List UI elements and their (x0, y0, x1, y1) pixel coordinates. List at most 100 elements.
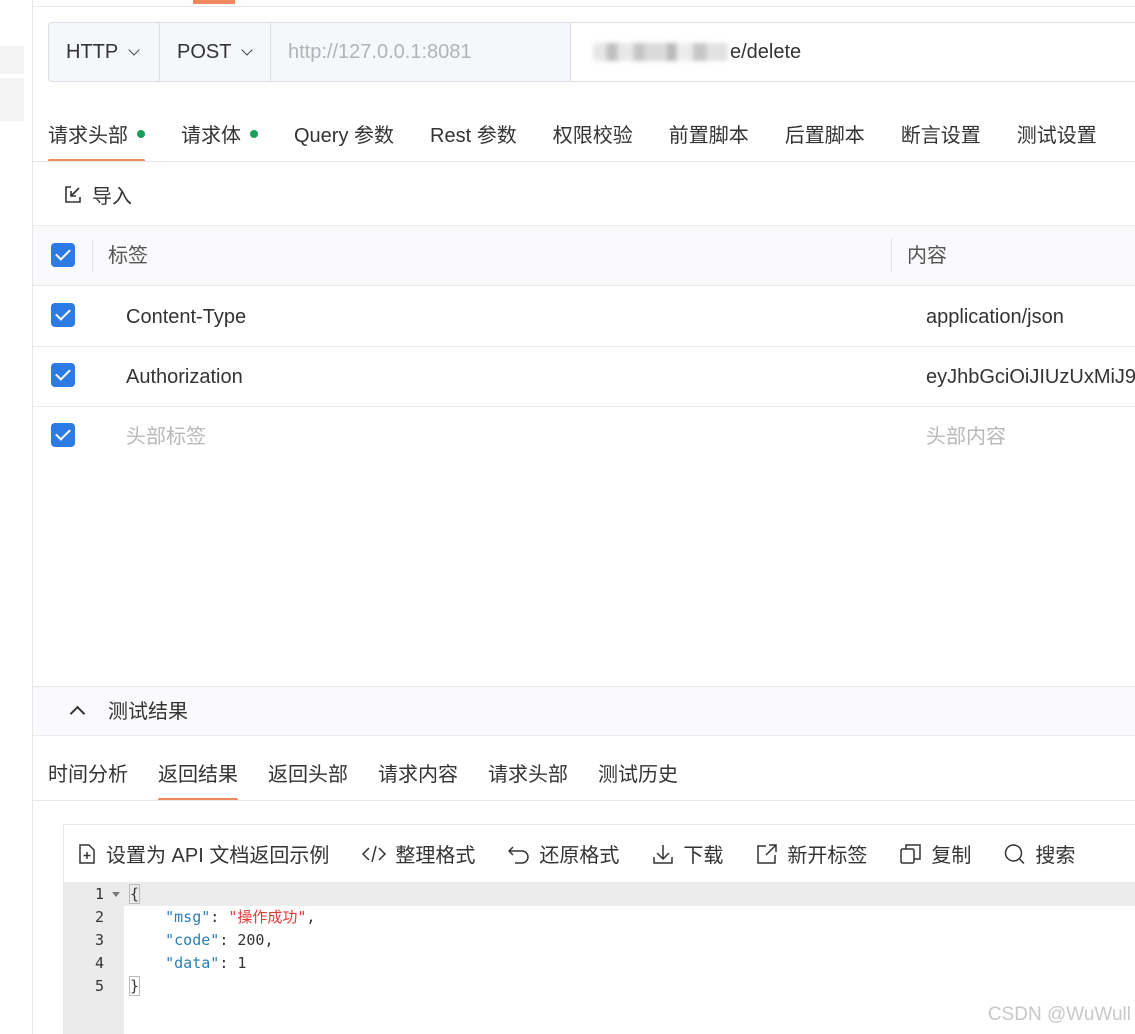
tab-label: 请求体 (181, 125, 241, 147)
line-number: 3 (94, 931, 104, 949)
search-button[interactable]: 搜索 (1003, 839, 1075, 868)
header-key-input[interactable]: Content-Type (126, 287, 246, 347)
status-dot (137, 130, 145, 139)
tab-request-content[interactable]: 请求内容 (378, 754, 458, 802)
json-number: 200 (237, 931, 265, 949)
json-brace: { (129, 884, 141, 904)
select-all-checkbox[interactable] (51, 243, 75, 267)
json-key: "data" (165, 954, 220, 972)
row-checkbox[interactable] (51, 303, 75, 327)
editor-toolbar: 设置为 API 文档返回示例 整理格式 还原格式 下载 新开标签 复制 搜索 (64, 825, 1135, 883)
protocol-select[interactable]: HTTP (49, 23, 160, 81)
format-button[interactable]: 整理格式 (361, 839, 475, 868)
set-example-button[interactable]: 设置为 API 文档返回示例 (76, 839, 329, 868)
request-tabs: 请求头部 请求体 Query 参数 Rest 参数 权限校验 前置脚本 后置脚本… (48, 114, 1135, 162)
restore-button[interactable]: 还原格式 (507, 839, 619, 868)
host-input[interactable]: http://127.0.0.1:8081 (271, 23, 571, 81)
method-select[interactable]: POST (160, 23, 271, 81)
header-value-input[interactable]: eyJhbGciOiJIUzUxMiJ9. (926, 347, 1135, 407)
left-sidebar-edge (0, 0, 33, 1034)
tab-rest-params[interactable]: Rest 参数 (430, 114, 517, 162)
line-number-gutter: 1 2 3 4 5 (64, 883, 124, 1034)
sidebar-item-fragment-active[interactable] (0, 78, 24, 121)
code-line: "code": 200, (165, 931, 274, 949)
code-icon (362, 845, 387, 862)
tab-auth[interactable]: 权限校验 (553, 114, 633, 162)
line-number: 2 (94, 908, 104, 926)
header-value-placeholder[interactable]: 头部内容 (926, 407, 1006, 467)
new-tab-button[interactable]: 新开标签 (755, 839, 867, 868)
tab-label: 请求内容 (378, 764, 458, 786)
import-label: 导入 (92, 186, 132, 208)
tab-label: 测试历史 (598, 764, 678, 786)
row-checkbox[interactable] (51, 363, 75, 387)
code-line: } (124, 975, 1135, 998)
request-bar: HTTP POST http://127.0.0.1:8081 e/delete (48, 22, 1135, 82)
tab-label: 请求头部 (48, 125, 128, 147)
import-button[interactable]: 导入 (62, 180, 132, 209)
table-row: Content-Type application/json (33, 287, 1135, 347)
line-number: 5 (94, 977, 104, 995)
tab-pre-script[interactable]: 前置脚本 (669, 114, 749, 162)
header-value-input[interactable]: application/json (926, 287, 1064, 347)
search-icon (1005, 843, 1025, 864)
code-line: { (124, 883, 1135, 906)
path-input[interactable]: e/delete (571, 23, 1135, 81)
method-value: POST (177, 40, 232, 63)
tab-label: Query 参数 (294, 125, 395, 147)
row-checkbox[interactable] (51, 423, 75, 447)
file-add-icon (79, 843, 95, 864)
column-resize-handle[interactable] (891, 238, 892, 272)
tab-test-settings[interactable]: 测试设置 (1017, 114, 1097, 162)
code-area[interactable]: 1 2 3 4 5 { "msg": "操作成功", "code": 200, … (64, 883, 1135, 1034)
tab-body[interactable]: 请求体 (181, 114, 258, 162)
response-editor: 设置为 API 文档返回示例 整理格式 还原格式 下载 新开标签 复制 搜索 1 (63, 824, 1135, 1034)
tab-post-script[interactable]: 后置脚本 (785, 114, 865, 162)
button-label: 复制 (931, 845, 972, 867)
tab-label: 前置脚本 (668, 125, 749, 147)
tab-label: Rest 参数 (430, 125, 517, 147)
redacted-path (593, 43, 728, 61)
column-header-label: 标签 (108, 245, 148, 267)
button-label: 整理格式 (395, 845, 476, 867)
download-button[interactable]: 下载 (651, 839, 723, 868)
json-string: "操作成功" (228, 908, 307, 926)
line-number: 1 (64, 883, 124, 906)
tab-label: 时间分析 (48, 764, 128, 786)
header-key-placeholder[interactable]: 头部标签 (126, 407, 206, 467)
button-label: 设置为 API 文档返回示例 (106, 845, 330, 867)
import-icon (65, 185, 81, 203)
tab-assertions[interactable]: 断言设置 (901, 114, 981, 162)
tab-response-headers[interactable]: 返回头部 (268, 754, 348, 802)
fold-arrow-icon[interactable] (112, 892, 120, 897)
json-key: "code" (165, 931, 220, 949)
button-label: 搜索 (1035, 845, 1076, 867)
tab-request-headers[interactable]: 请求头部 (488, 754, 568, 802)
protocol-value: HTTP (66, 40, 119, 63)
test-result-toggle[interactable]: 测试结果 (33, 686, 1135, 736)
tab-label: 权限校验 (552, 125, 633, 147)
copy-button[interactable]: 复制 (899, 839, 971, 868)
header-key-input[interactable]: Authorization (126, 347, 243, 407)
status-dot (250, 130, 258, 139)
code-content[interactable]: { "msg": "操作成功", "code": 200, "data": 1 … (124, 883, 1135, 1034)
tab-label: 测试设置 (1016, 125, 1097, 147)
tab-query-params[interactable]: Query 参数 (294, 114, 394, 162)
tab-response-body[interactable]: 返回结果 (158, 754, 238, 802)
path-value: e/delete (730, 40, 802, 63)
tab-time-analysis[interactable]: 时间分析 (48, 754, 128, 802)
tab-label: 断言设置 (900, 125, 981, 147)
column-divider (92, 240, 93, 272)
tab-label: 返回结果 (158, 764, 238, 786)
headers-table-header: 标签 内容 (33, 226, 1135, 286)
divider (33, 6, 1135, 7)
copy-icon (900, 843, 922, 864)
tab-headers[interactable]: 请求头部 (48, 114, 145, 162)
tab-label: 返回头部 (268, 764, 348, 786)
sidebar-item-fragment[interactable] (0, 46, 24, 74)
code-line: "data": 1 (165, 954, 247, 972)
chevron-down-icon (241, 43, 254, 56)
table-row: Authorization eyJhbGciOiJIUzUxMiJ9. (33, 347, 1135, 407)
tab-test-history[interactable]: 测试历史 (598, 754, 678, 802)
chevron-down-icon (128, 43, 140, 56)
